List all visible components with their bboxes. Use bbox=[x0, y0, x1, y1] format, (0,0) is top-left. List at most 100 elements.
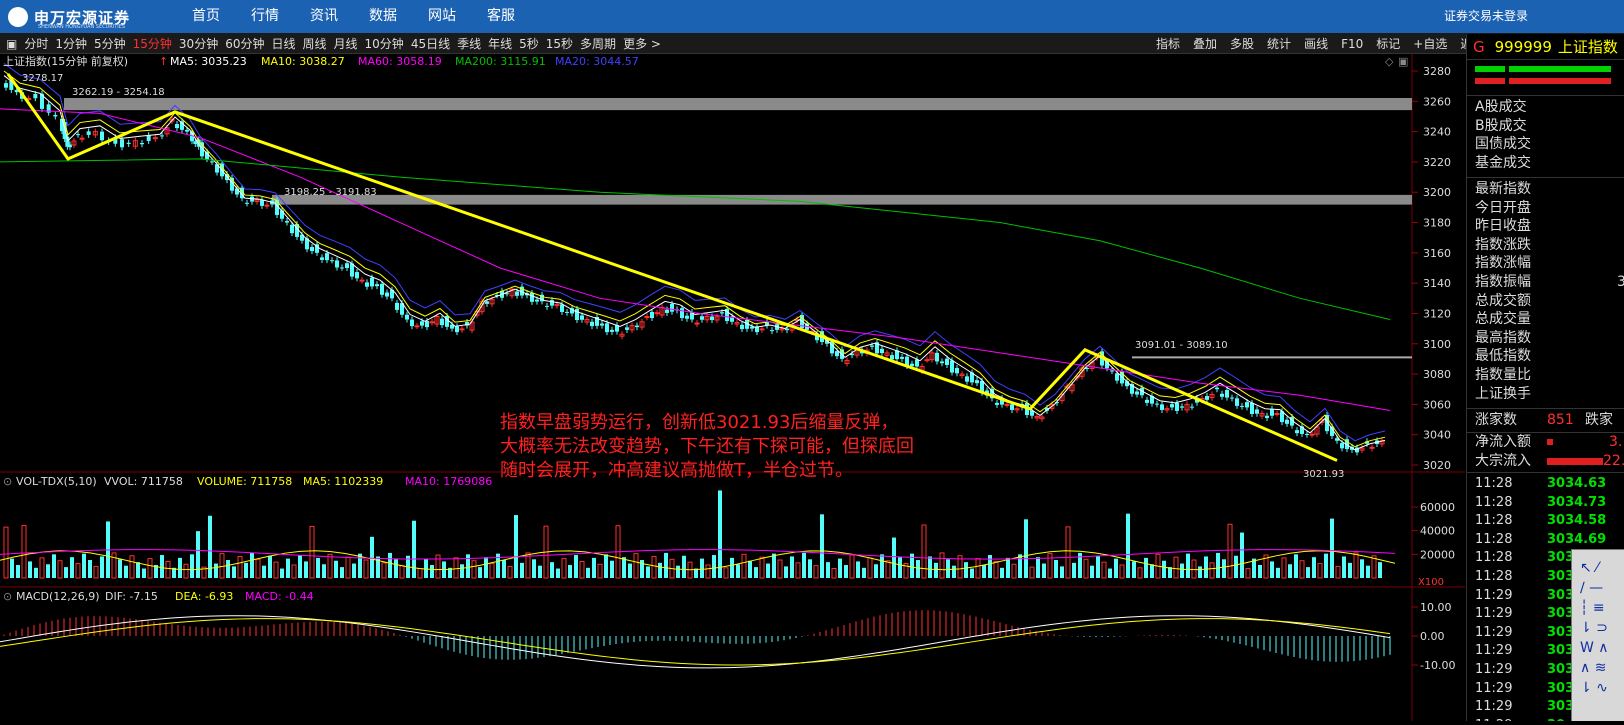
tool-button-7[interactable]: +自选 bbox=[1413, 35, 1447, 52]
period-tab-6[interactable]: 日线 bbox=[271, 35, 295, 52]
candle-down bbox=[100, 131, 104, 141]
arrow-up-icon: ↑ bbox=[159, 55, 168, 68]
tick-time: 11:28 bbox=[1475, 550, 1513, 566]
nav-news[interactable]: 资讯 bbox=[310, 0, 338, 33]
candle-up bbox=[264, 204, 270, 207]
nav-data[interactable]: 数据 bbox=[369, 0, 397, 33]
candle-down bbox=[1205, 396, 1209, 400]
ma10-label: MA10: 3038.27 bbox=[261, 55, 345, 68]
period-tab-5[interactable]: 60分钟 bbox=[225, 35, 264, 52]
tool-button-4[interactable]: 画线 bbox=[1304, 35, 1328, 52]
nav-website[interactable]: 网站 bbox=[428, 0, 456, 33]
toggle-icon[interactable]: ▣ bbox=[6, 37, 17, 51]
candle-down bbox=[33, 93, 38, 99]
volume-bar bbox=[520, 562, 524, 578]
index-fields: 最新指数今日开盘昨日收盘指数涨跌指数涨幅指数振幅 3 总成交额总成交量最高指数最低指… bbox=[1467, 178, 1624, 409]
draw-tool-icons[interactable]: ↖ ⁄ ∕ — ┆ ≡ ⇂ ⊃ W ∧ ∧ ≋ ⇂ ∿ bbox=[1580, 558, 1609, 698]
volume-bar bbox=[610, 560, 614, 578]
period-tab-12[interactable]: 年线 bbox=[488, 35, 512, 52]
volume-bar bbox=[304, 561, 308, 578]
candle-down bbox=[330, 260, 334, 262]
volume-bar bbox=[226, 560, 230, 578]
vol-collapse-icon[interactable]: ⊙ bbox=[3, 475, 12, 488]
volume-bar bbox=[1360, 559, 1364, 578]
tool-button-3[interactable]: 统计 bbox=[1267, 35, 1291, 52]
volume-bar bbox=[952, 565, 956, 578]
volume-bar bbox=[982, 564, 986, 578]
kline-chart-area[interactable]: 3280 3260 3240 3220 3200 3180 3160 3140 3120 3100… bbox=[0, 54, 1465, 721]
candle-down bbox=[1230, 397, 1234, 399]
tool-button-5[interactable]: F10 bbox=[1341, 37, 1363, 51]
period-tab-11[interactable]: 季线 bbox=[457, 35, 481, 52]
period-tab-3[interactable]: 15分钟 bbox=[133, 35, 172, 52]
annotation-line-3: 随时会展开，冲高建议高抛做T，半仓过节。 bbox=[500, 460, 853, 481]
volume-bar bbox=[1216, 552, 1220, 578]
vol-tick-label: 40000 bbox=[1420, 525, 1455, 538]
candle-down bbox=[126, 142, 131, 144]
nav-home[interactable]: 首页 bbox=[192, 0, 220, 33]
candle-down bbox=[53, 114, 58, 117]
candle-down bbox=[1215, 387, 1219, 390]
login-status[interactable]: 证券交易未登录 bbox=[1444, 0, 1528, 33]
volume-bar bbox=[628, 563, 632, 578]
period-tab-4[interactable]: 30分钟 bbox=[179, 35, 218, 52]
tool-button-0[interactable]: 指标 bbox=[1156, 35, 1180, 52]
diamond-icon[interactable]: ◇ bbox=[1385, 55, 1394, 68]
period-tab-16[interactable]: 更多 > bbox=[623, 35, 661, 52]
flow-block: 净流入额 3. 大宗流入 22. bbox=[1467, 433, 1624, 473]
nav-market[interactable]: 行情 bbox=[251, 0, 279, 33]
candle-down bbox=[285, 221, 289, 223]
period-tab-7[interactable]: 周线 bbox=[303, 35, 327, 52]
tick-time: 11:29 bbox=[1475, 643, 1513, 659]
period-toolbar: ▣ 分时 1分钟 5分钟 15分钟 30分钟 60分钟 日线 周线 月线 10分钟 45日线 季线 年线… bbox=[0, 33, 1624, 54]
nav-service[interactable]: 客服 bbox=[487, 0, 515, 33]
volume-bar bbox=[352, 563, 356, 578]
period-tab-9[interactable]: 10分钟 bbox=[365, 35, 404, 52]
volume-bar bbox=[802, 552, 806, 578]
tool-button-2[interactable]: 多股 bbox=[1230, 35, 1254, 52]
macd-collapse-icon[interactable]: ⊙ bbox=[3, 590, 12, 603]
resistance-zone-2 bbox=[272, 194, 1412, 205]
candle-down bbox=[485, 301, 489, 304]
period-tab-2[interactable]: 5分钟 bbox=[94, 35, 126, 52]
index-field-label: 总成交额 bbox=[1475, 292, 1531, 309]
candle-down bbox=[545, 305, 549, 307]
restore-icon[interactable]: ▣ bbox=[1398, 55, 1408, 68]
volume-bar bbox=[1162, 560, 1166, 578]
candle-down bbox=[530, 293, 534, 302]
period-tab-0[interactable]: 分时 bbox=[24, 35, 48, 52]
brand-logo[interactable]: 申万宏源证券 SHENWAN HONGYUAN SECURITIES bbox=[8, 6, 130, 30]
vol-ma5-label: MA5: 1102339 bbox=[303, 475, 383, 488]
period-tab-8[interactable]: 月线 bbox=[334, 35, 358, 52]
down-count-label: 跌家 bbox=[1585, 412, 1613, 428]
candle-down bbox=[1245, 402, 1249, 408]
volume-bar bbox=[556, 568, 560, 578]
period-tab-10[interactable]: 45日线 bbox=[411, 35, 450, 52]
candle-down bbox=[560, 304, 564, 312]
candle-down bbox=[565, 311, 569, 313]
volume-bar bbox=[700, 558, 704, 578]
stock-header: G 999999 上证指数 bbox=[1467, 34, 1624, 60]
volume-bar bbox=[1024, 519, 1028, 578]
ma20-label: MA20: 3044.57 bbox=[555, 55, 639, 68]
period-tab-1[interactable]: 1分钟 bbox=[55, 35, 87, 52]
tool-button-6[interactable]: 标记 bbox=[1376, 35, 1400, 52]
volume-bar bbox=[646, 566, 650, 578]
candle-down bbox=[1220, 393, 1224, 397]
volume-bar bbox=[46, 564, 50, 578]
macd-label: MACD: -0.44 bbox=[245, 590, 314, 603]
volume-bar bbox=[538, 565, 542, 578]
tick-price: 3034.58 bbox=[1547, 513, 1607, 529]
period-tab-14[interactable]: 15秒 bbox=[546, 35, 573, 52]
volume-bar bbox=[586, 567, 590, 578]
period-tab-15[interactable]: 多周期 bbox=[580, 35, 616, 52]
draw-tools-palette[interactable]: ↖ ⁄ ∕ — ┆ ≡ ⇂ ⊃ W ∧ ∧ ≋ ⇂ ∿ bbox=[1571, 549, 1624, 721]
candle-down bbox=[575, 308, 579, 321]
candle-down bbox=[1110, 370, 1114, 372]
period-tab-13[interactable]: 5秒 bbox=[519, 35, 539, 52]
candle-down bbox=[1190, 406, 1194, 408]
volume-bar bbox=[358, 553, 362, 578]
volume-bar bbox=[856, 561, 860, 578]
tool-button-1[interactable]: 叠加 bbox=[1193, 35, 1217, 52]
candle-up bbox=[924, 359, 930, 362]
